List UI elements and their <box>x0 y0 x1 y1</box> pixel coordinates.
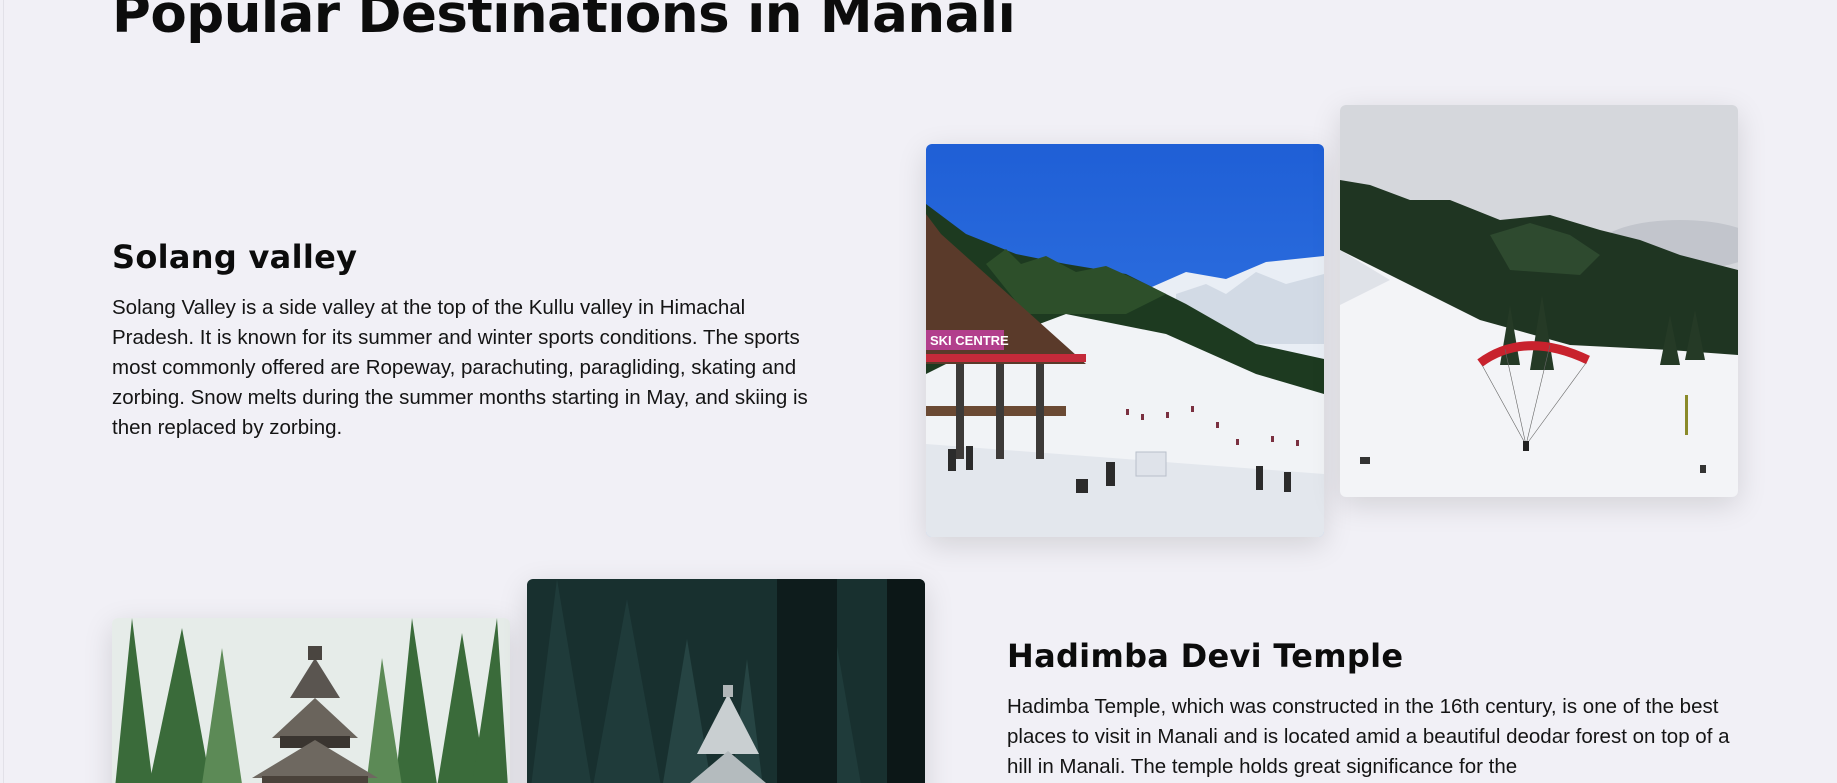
destination-title-hadimba: Hadimba Devi Temple <box>1007 637 1404 675</box>
destination-description-solang: Solang Valley is a side valley at the to… <box>112 296 808 439</box>
page-title: Popular Destinations in Manali <box>112 0 1016 45</box>
hadimba-temple-forest-photo <box>527 579 925 783</box>
destination-title-solang: Solang valley <box>112 238 358 276</box>
solang-ski-centre-photo: SKI CENTRE <box>926 144 1324 537</box>
destination-description-hadimba: Hadimba Temple, which was constructed in… <box>1007 695 1730 778</box>
solang-paragliding-photo <box>1340 105 1738 497</box>
ski-centre-sign: SKI CENTRE <box>930 333 1009 348</box>
hadimba-temple-daylight-photo <box>112 618 510 783</box>
page-left-border <box>3 0 4 783</box>
